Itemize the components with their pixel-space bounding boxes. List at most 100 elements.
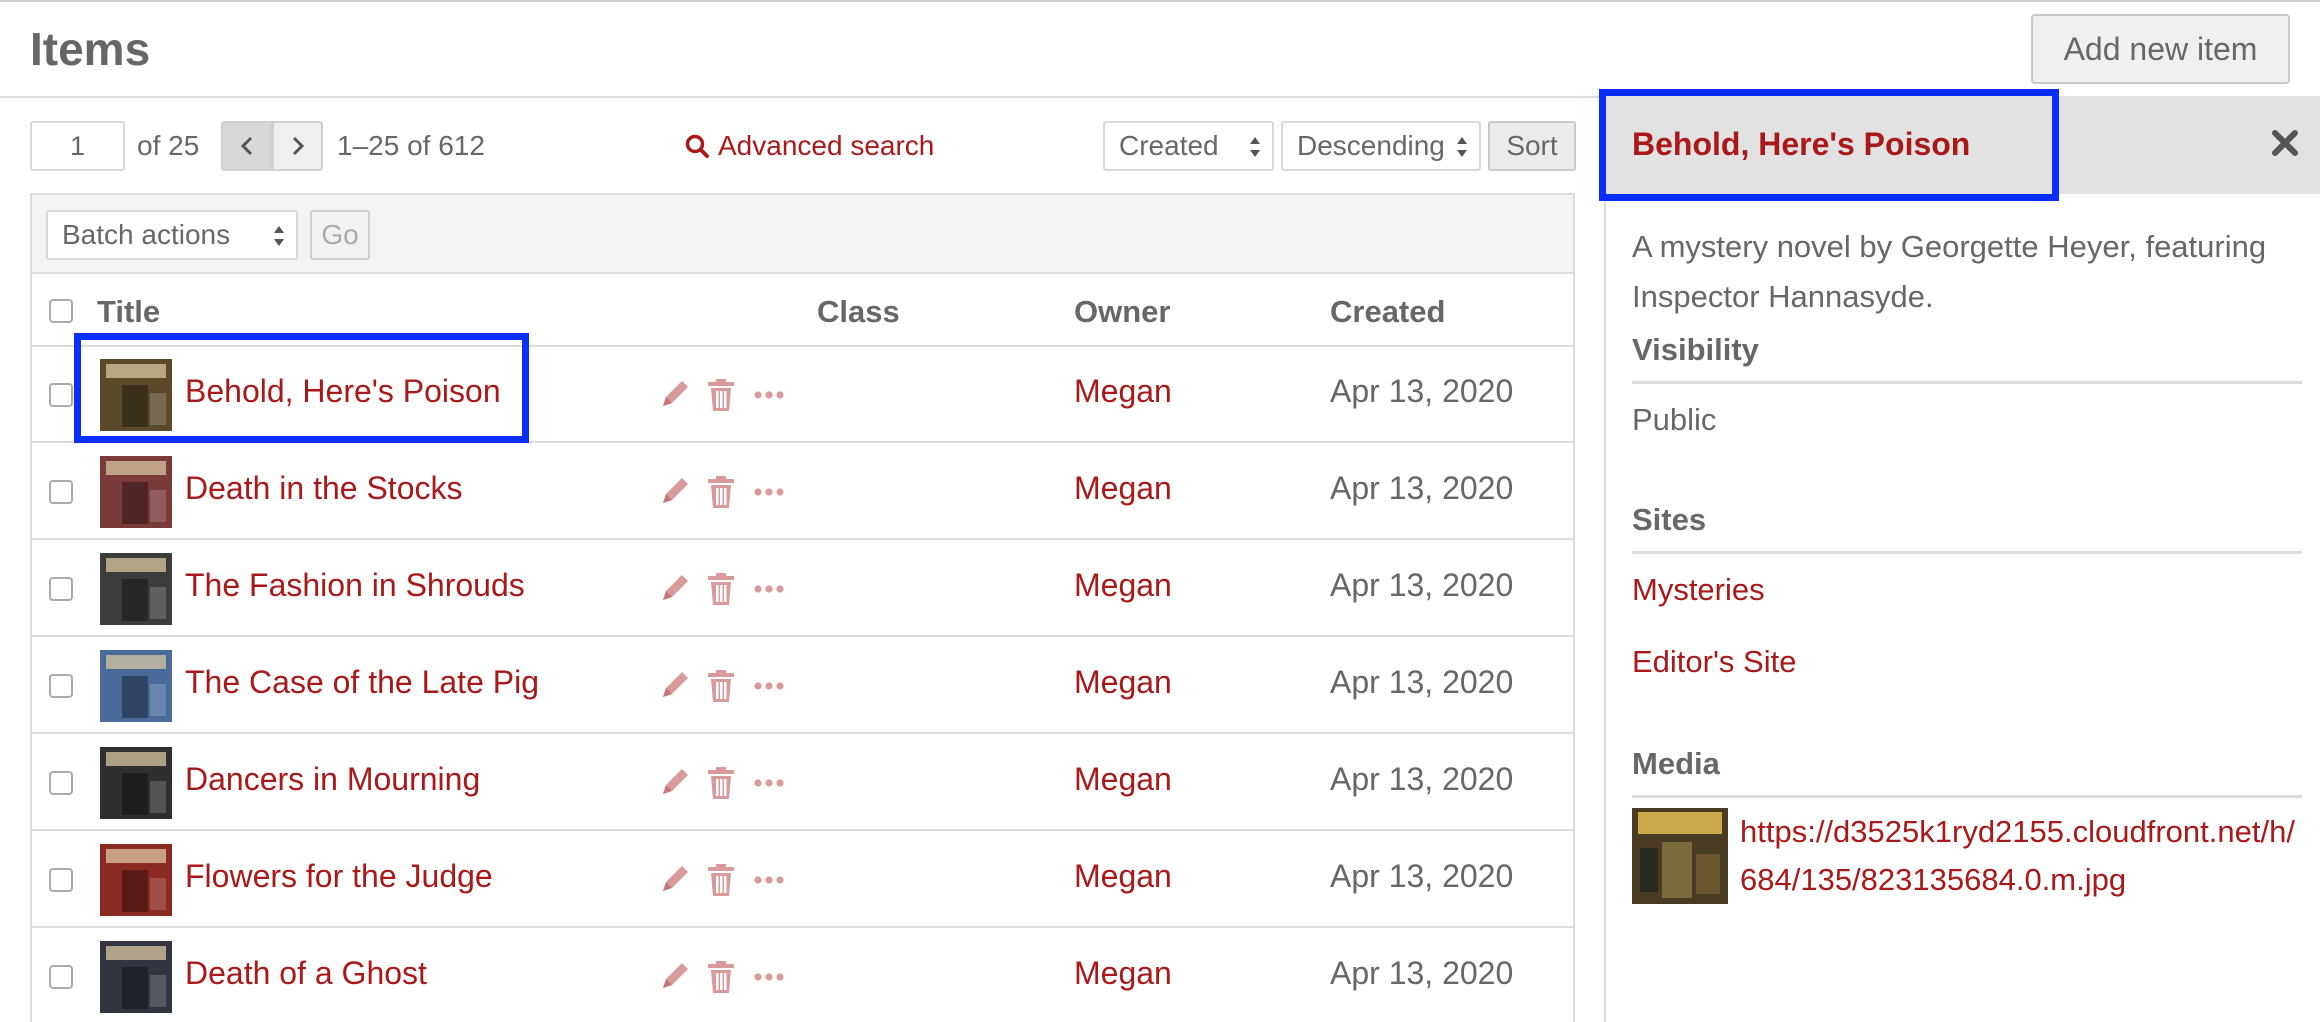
table-row[interactable]: The Case of the Late Pig Megan Apr 13, 202… bbox=[32, 638, 1573, 734]
items-table: Batch actions Go Title Class Owner Creat… bbox=[30, 193, 1575, 1022]
divider bbox=[1632, 381, 2302, 384]
advanced-search-label: Advanced search bbox=[718, 130, 935, 161]
chevron-right-icon bbox=[292, 136, 304, 156]
row-checkbox[interactable] bbox=[49, 480, 73, 504]
select-all-checkbox[interactable] bbox=[49, 299, 73, 323]
edit-pencil-icon[interactable] bbox=[657, 765, 691, 801]
advanced-search-link[interactable]: Advanced search bbox=[684, 130, 934, 162]
column-owner[interactable]: Owner bbox=[1074, 294, 1170, 330]
media-url-link[interactable]: https://d3525k1ryd2155.cloudfront.net/h/… bbox=[1740, 808, 2300, 904]
item-title-link[interactable]: The Fashion in Shrouds bbox=[185, 567, 525, 604]
add-new-item-button[interactable]: Add new item bbox=[2031, 14, 2290, 84]
media-thumbnail[interactable] bbox=[1632, 808, 1728, 904]
delete-trash-icon[interactable] bbox=[704, 862, 738, 898]
item-description: A mystery novel by Georgette Heyer, feat… bbox=[1632, 229, 2267, 314]
more-actions-icon[interactable] bbox=[752, 377, 786, 413]
edit-pencil-icon[interactable] bbox=[657, 668, 691, 704]
item-thumbnail bbox=[100, 747, 172, 819]
sort-by-value: Created bbox=[1119, 130, 1219, 161]
site-link-editors-site[interactable]: Editor's Site bbox=[1632, 644, 1796, 680]
table-row[interactable]: Death of a Ghost Megan Apr 13, 2020 bbox=[32, 929, 1573, 1022]
top-border bbox=[0, 0, 2320, 2]
batch-actions-select[interactable]: Batch actions bbox=[46, 210, 298, 260]
more-actions-icon[interactable] bbox=[752, 959, 786, 995]
search-icon bbox=[685, 134, 709, 158]
batch-actions-bar: Batch actions Go bbox=[32, 195, 1573, 274]
delete-trash-icon[interactable] bbox=[704, 571, 738, 607]
owner-link[interactable]: Megan bbox=[1074, 470, 1172, 507]
edit-pencil-icon[interactable] bbox=[657, 377, 691, 413]
table-row[interactable]: Dancers in Mourning Megan Apr 13, 2020 bbox=[32, 735, 1573, 831]
visibility-value: Public bbox=[1632, 402, 1717, 437]
sites-heading: Sites bbox=[1632, 502, 1707, 537]
chevron-left-icon bbox=[240, 136, 252, 156]
edit-pencil-icon[interactable] bbox=[657, 474, 691, 510]
edit-pencil-icon[interactable] bbox=[657, 959, 691, 995]
owner-link[interactable]: Megan bbox=[1074, 567, 1172, 604]
item-title-link[interactable]: Behold, Here's Poison bbox=[185, 373, 501, 410]
more-actions-icon[interactable] bbox=[752, 862, 786, 898]
sidebar-title[interactable]: Behold, Here's Poison bbox=[1632, 126, 1970, 163]
item-thumbnail bbox=[100, 844, 172, 916]
row-checkbox[interactable] bbox=[49, 771, 73, 795]
item-title-link[interactable]: Death in the Stocks bbox=[185, 470, 462, 507]
delete-trash-icon[interactable] bbox=[704, 765, 738, 801]
created-date: Apr 13, 2020 bbox=[1330, 470, 1514, 506]
item-thumbnail bbox=[100, 941, 172, 1013]
more-actions-icon[interactable] bbox=[752, 668, 786, 704]
page-number-input[interactable] bbox=[30, 121, 125, 171]
row-checkbox[interactable] bbox=[49, 965, 73, 989]
item-thumbnail bbox=[100, 359, 172, 431]
row-checkbox[interactable] bbox=[49, 577, 73, 601]
next-page-button[interactable] bbox=[272, 121, 323, 171]
table-header: Title Class Owner Created bbox=[32, 276, 1573, 347]
item-title-link[interactable]: Dancers in Mourning bbox=[185, 761, 480, 798]
delete-trash-icon[interactable] bbox=[704, 474, 738, 510]
table-row[interactable]: The Fashion in Shrouds Megan Apr 13, 2020 bbox=[32, 541, 1573, 637]
row-checkbox[interactable] bbox=[49, 383, 73, 407]
visibility-heading: Visibility bbox=[1632, 332, 1759, 367]
table-row[interactable]: Death in the Stocks Megan Apr 13, 2020 bbox=[32, 444, 1573, 540]
sort-order-select[interactable]: Descending bbox=[1281, 121, 1481, 171]
table-row[interactable]: Behold, Here's Poison Megan Apr 13, 2020 bbox=[32, 347, 1573, 443]
row-checkbox[interactable] bbox=[49, 674, 73, 698]
select-arrows-icon bbox=[274, 226, 284, 246]
item-title-link[interactable]: Death of a Ghost bbox=[185, 955, 427, 992]
owner-link[interactable]: Megan bbox=[1074, 373, 1172, 410]
item-thumbnail bbox=[100, 456, 172, 528]
row-checkbox[interactable] bbox=[49, 868, 73, 892]
sort-by-select[interactable]: Created bbox=[1103, 121, 1274, 171]
owner-link[interactable]: Megan bbox=[1074, 664, 1172, 701]
delete-trash-icon[interactable] bbox=[704, 959, 738, 995]
owner-link[interactable]: Megan bbox=[1074, 858, 1172, 895]
item-title-link[interactable]: The Case of the Late Pig bbox=[185, 664, 539, 701]
sidebar-header: Behold, Here's Poison bbox=[1606, 96, 2320, 194]
table-row[interactable]: Flowers for the Judge Megan Apr 13, 2020 bbox=[32, 832, 1573, 928]
created-date: Apr 13, 2020 bbox=[1330, 761, 1514, 797]
column-class[interactable]: Class bbox=[817, 294, 900, 330]
sort-button[interactable]: Sort bbox=[1488, 121, 1576, 171]
column-created[interactable]: Created bbox=[1330, 294, 1445, 330]
edit-pencil-icon[interactable] bbox=[657, 571, 691, 607]
created-date: Apr 13, 2020 bbox=[1330, 373, 1514, 409]
page-count-label: of 25 bbox=[137, 130, 200, 161]
created-date: Apr 13, 2020 bbox=[1330, 567, 1514, 603]
delete-trash-icon[interactable] bbox=[704, 668, 738, 704]
divider bbox=[1632, 795, 2302, 798]
item-details-sidebar: Behold, Here's Poison A mystery novel by… bbox=[1599, 89, 2320, 1022]
owner-link[interactable]: Megan bbox=[1074, 761, 1172, 798]
select-arrows-icon bbox=[1250, 137, 1260, 157]
close-icon[interactable] bbox=[2270, 128, 2300, 158]
site-link-mysteries[interactable]: Mysteries bbox=[1632, 572, 1765, 608]
more-actions-icon[interactable] bbox=[752, 474, 786, 510]
edit-pencil-icon[interactable] bbox=[657, 862, 691, 898]
column-title[interactable]: Title bbox=[97, 294, 160, 330]
more-actions-icon[interactable] bbox=[752, 765, 786, 801]
item-title-link[interactable]: Flowers for the Judge bbox=[185, 858, 493, 895]
owner-link[interactable]: Megan bbox=[1074, 955, 1172, 992]
batch-go-button[interactable]: Go bbox=[310, 210, 370, 260]
more-actions-icon[interactable] bbox=[752, 571, 786, 607]
delete-trash-icon[interactable] bbox=[704, 377, 738, 413]
previous-page-button[interactable] bbox=[221, 121, 272, 171]
select-arrows-icon bbox=[1457, 137, 1467, 157]
